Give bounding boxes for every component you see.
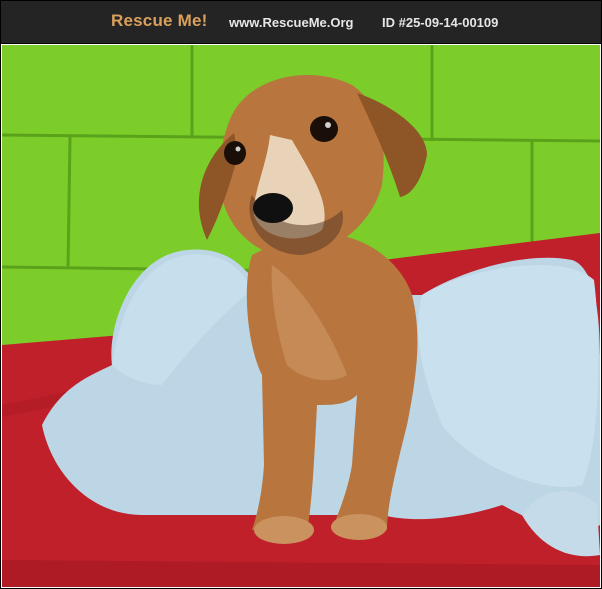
brand-logo[interactable]: Rescue Me! — [111, 11, 207, 31]
dog-photo-illustration — [2, 45, 600, 587]
listing-card: Rescue Me! www.RescueMe.Org ID #25-09-14… — [0, 0, 602, 589]
header-bar: Rescue Me! www.RescueMe.Org ID #25-09-14… — [1, 1, 601, 44]
pet-id: ID #25-09-14-00109 — [382, 15, 499, 30]
dog-photo — [2, 45, 600, 587]
site-link[interactable]: www.RescueMe.Org — [229, 15, 354, 30]
